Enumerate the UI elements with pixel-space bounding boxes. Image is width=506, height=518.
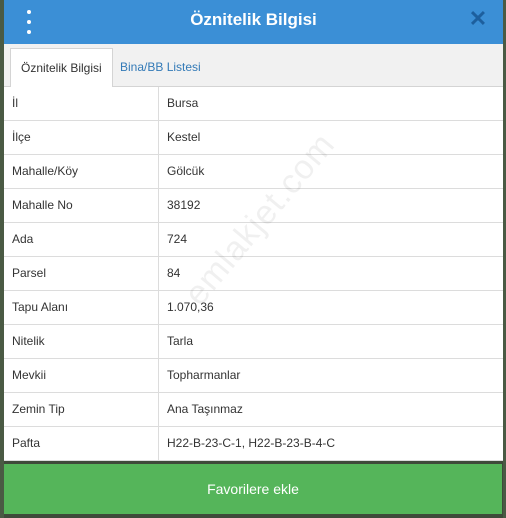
table-row: Mahalle/Köy Gölcük	[4, 155, 503, 189]
table-row: Parsel 84	[4, 257, 503, 291]
row-key: Nitelik	[4, 325, 159, 358]
panel-title: Öznitelik Bilgisi	[190, 10, 317, 29]
table-row: Nitelik Tarla	[4, 325, 503, 359]
table-row: Ada 724	[4, 223, 503, 257]
row-key: Tapu Alanı	[4, 291, 159, 324]
tab-building-list[interactable]: Bina/BB Listesi	[110, 48, 211, 86]
table-row: Tapu Alanı 1.070,36	[4, 291, 503, 325]
row-value: 1.070,36	[167, 300, 214, 314]
table-row: Pafta H22-B-23-C-1, H22-B-23-B-4-C	[4, 427, 503, 461]
add-to-favorites-button[interactable]: Favorilere ekle	[4, 464, 502, 514]
tab-bar: Öznitelik Bilgisi Bina/BB Listesi	[4, 44, 503, 88]
tab-attribute-info[interactable]: Öznitelik Bilgisi	[10, 48, 113, 88]
close-icon[interactable]: ✕	[467, 8, 489, 30]
panel-header: Öznitelik Bilgisi ✕	[4, 0, 503, 44]
row-value: Tarla	[167, 334, 194, 348]
row-value: Bursa	[167, 96, 199, 110]
row-value: 38192	[167, 198, 201, 212]
table-row: Zemin Tip Ana Taşınmaz	[4, 393, 503, 427]
row-key: İl	[4, 87, 159, 120]
row-value: Topharmanlar	[167, 368, 241, 382]
table-row: İl Bursa	[4, 87, 503, 121]
row-value: Gölcük	[167, 164, 205, 178]
row-value: Kestel	[167, 130, 201, 144]
row-key: Parsel	[4, 257, 159, 290]
attribute-table: İl Bursa İlçe Kestel Mahalle/Köy Gölcük Mah…	[4, 87, 503, 461]
row-key: Pafta	[4, 427, 159, 460]
table-row: Mevkii Topharmanlar	[4, 359, 503, 393]
row-key: Zemin Tip	[4, 393, 159, 426]
row-value: 724	[167, 232, 188, 246]
row-key: Mahalle No	[4, 189, 159, 222]
row-key: İlçe	[4, 121, 159, 154]
row-value: 84	[167, 266, 181, 280]
attribute-panel: Öznitelik Bilgisi ✕ Öznitelik Bilgisi Bi…	[4, 0, 503, 518]
row-value: H22-B-23-C-1, H22-B-23-B-4-C	[167, 436, 336, 450]
row-key: Mahalle/Köy	[4, 155, 159, 188]
row-key: Mevkii	[4, 359, 159, 392]
row-key: Ada	[4, 223, 159, 256]
table-row: Mahalle No 38192	[4, 189, 503, 223]
row-value: Ana Taşınmaz	[167, 402, 243, 416]
table-row: İlçe Kestel	[4, 121, 503, 155]
